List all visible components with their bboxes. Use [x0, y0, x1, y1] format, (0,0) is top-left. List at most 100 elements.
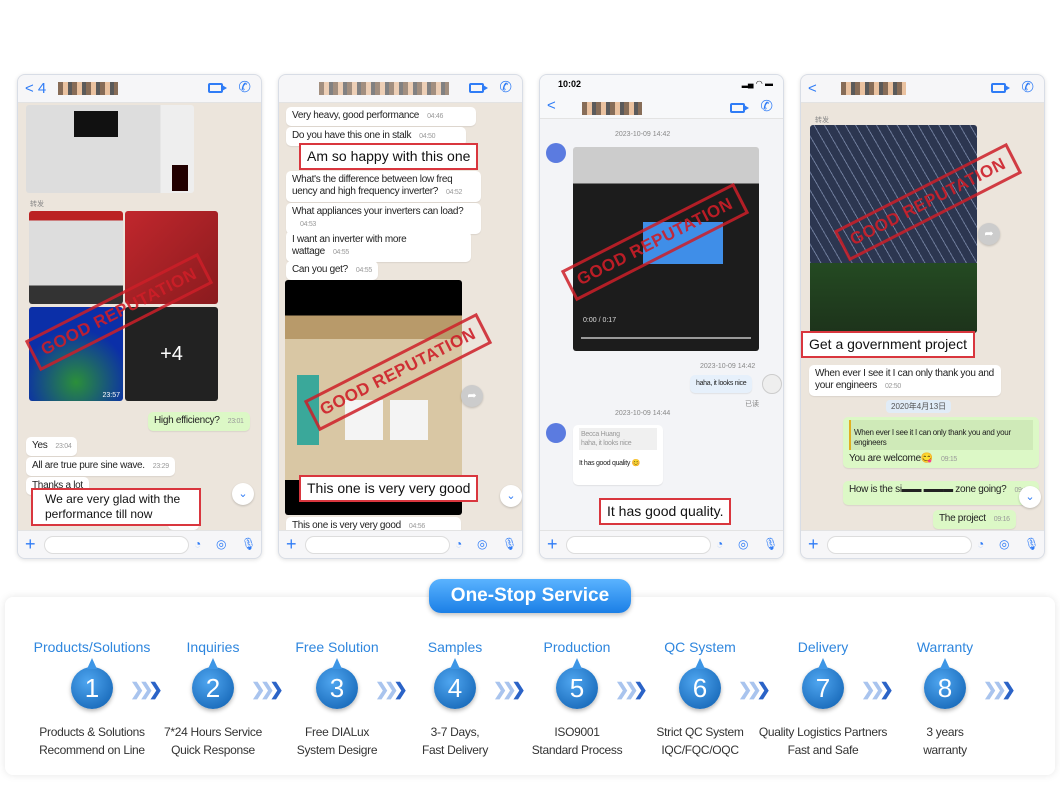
- avatar: [546, 143, 566, 163]
- message-input[interactable]: [827, 536, 972, 554]
- step-description: Strict QC System IQC/FQC/OQC: [630, 723, 770, 759]
- date-divider: 2020年4月13日: [886, 400, 952, 413]
- back-button[interactable]: <: [808, 80, 817, 97]
- video-call-icon[interactable]: [730, 103, 749, 113]
- camera-icon[interactable]: ◎: [216, 537, 226, 551]
- contact-name-blurred: [58, 82, 118, 95]
- message-bubble: haha, it looks nice: [690, 375, 753, 393]
- status-icons: ▂▄ ◠ ▬: [741, 79, 773, 88]
- step-description-line: 7*24 Hours Service: [164, 725, 262, 739]
- message-bubble: What's the difference between low freq u…: [286, 171, 481, 202]
- step-description-line: Fast Delivery: [421, 743, 489, 757]
- step-description-line: Strict QC System: [656, 725, 744, 739]
- message-bubble: Becca Huang haha, it looks nice It has go…: [573, 425, 663, 485]
- highlight-caption: Get a government project: [801, 331, 975, 358]
- message-input-bar: + ◔ ◎ 🎙: [540, 530, 783, 558]
- plus-icon[interactable]: +: [808, 534, 819, 555]
- step-title: Warranty: [916, 639, 974, 655]
- forward-icon[interactable]: ➦: [978, 223, 1000, 245]
- camera-icon[interactable]: ◎: [999, 537, 1009, 551]
- step-description: 3 years warranty: [875, 723, 1015, 759]
- emoji-icon: 😊: [631, 460, 641, 467]
- step-number-badge: 4: [434, 658, 476, 709]
- step-number-badge: 2: [192, 658, 234, 709]
- phone-call-icon[interactable]: ✆: [238, 78, 251, 96]
- more-photos-button[interactable]: +4: [125, 307, 218, 401]
- step-number-badge: 6: [679, 658, 721, 709]
- step-title: Samples: [427, 639, 483, 655]
- video-call-icon[interactable]: [469, 83, 488, 93]
- step-description-line: Quick Response: [171, 743, 255, 757]
- step-description-line: 3-7 Days,: [430, 725, 480, 739]
- highlight-caption: Am so happy with this one: [299, 143, 479, 170]
- step-description-line: IQC/FQC/OQC: [661, 743, 739, 757]
- step-description-line: Standard Process: [531, 743, 623, 757]
- phone-call-icon[interactable]: ✆: [499, 78, 512, 96]
- message-bubble: Can you get? 04:55: [286, 261, 378, 280]
- message-input[interactable]: [566, 536, 711, 554]
- chat-screenshot-4: < ✆ 转发 GOOD REPUTATION ➦ Get a governmen…: [800, 74, 1045, 559]
- step-description: 3-7 Days, Fast Delivery: [385, 723, 525, 759]
- microphone-icon[interactable]: 🎙: [502, 537, 517, 551]
- chat-screenshot-2: ✆ Very heavy, good performance 04:46 Do y…: [278, 74, 523, 559]
- message-bubble: Yes 23:04: [26, 437, 78, 456]
- chat-header: ✆: [279, 75, 522, 103]
- chat-screenshot-3: 10:02 ▂▄ ◠ ▬ < ✆ 2023-10-09 14:42 0:00 /…: [539, 74, 784, 559]
- step-title: Production: [543, 639, 611, 655]
- forward-label: 转发: [815, 117, 829, 124]
- message-input[interactable]: [44, 536, 189, 554]
- sticker-icon[interactable]: ◔: [716, 537, 723, 551]
- message-input[interactable]: [305, 536, 450, 554]
- step-number-badge: 8: [924, 658, 966, 709]
- chat-header: < ✆: [801, 75, 1044, 103]
- video-call-icon[interactable]: [208, 83, 227, 93]
- step-number-badge: 3: [316, 658, 358, 709]
- message-input-bar: + ◔ ◎ 🎙: [18, 530, 261, 558]
- camera-icon[interactable]: ◎: [477, 537, 487, 551]
- plus-icon[interactable]: +: [25, 534, 36, 555]
- highlight-caption: This one is very very good: [299, 475, 479, 502]
- contact-name-blurred: [841, 82, 906, 95]
- step-description-line: ISO9001: [554, 725, 600, 739]
- microphone-icon[interactable]: 🎙: [763, 537, 778, 551]
- step-description-line: Recommend on Line: [39, 743, 145, 757]
- step-description: Products & Solutions Recommend on Line: [22, 723, 162, 759]
- avatar: [762, 374, 782, 394]
- back-button[interactable]: < 4: [25, 80, 46, 97]
- sticker-icon[interactable]: ◔: [194, 537, 201, 551]
- avatar: [546, 423, 566, 443]
- step-number-badge: 7: [802, 658, 844, 709]
- scroll-down-button[interactable]: ⌄: [1019, 486, 1041, 508]
- grid-photo-1[interactable]: [29, 211, 123, 304]
- sticker-icon[interactable]: ◔: [455, 537, 462, 551]
- scroll-down-button[interactable]: ⌄: [500, 485, 522, 507]
- video-call-icon[interactable]: [991, 83, 1010, 93]
- microphone-icon[interactable]: 🎙: [241, 537, 256, 551]
- chevron-arrows-icon: ❯❯❯: [738, 680, 771, 699]
- scroll-down-button[interactable]: ⌄: [232, 483, 254, 505]
- video-progress-bar[interactable]: [581, 337, 751, 339]
- chevron-arrows-icon: ❯❯❯: [130, 680, 163, 699]
- message-bubble: What appliances your inverters can load?…: [286, 203, 481, 234]
- chat-screenshot-1: < 4 ✆ 转发 23:57 +4 GOOD REPUTATION High e…: [17, 74, 262, 559]
- phone-call-icon[interactable]: ✆: [1021, 78, 1034, 96]
- microphone-icon[interactable]: 🎙: [1024, 537, 1039, 551]
- message-bubble: When ever I see it I can only thank you …: [809, 365, 1001, 396]
- step-title: Products/Solutions: [33, 639, 151, 655]
- forward-icon[interactable]: ➦: [461, 385, 483, 407]
- chevron-arrows-icon: ❯❯❯: [983, 680, 1016, 699]
- section-title: One-Stop Service: [429, 579, 631, 613]
- inverter-photo[interactable]: [26, 105, 194, 193]
- phone-call-icon[interactable]: ✆: [760, 97, 773, 115]
- camera-icon[interactable]: ◎: [738, 537, 748, 551]
- message-bubble: I want an inverter with more wattage 04:5…: [286, 231, 471, 262]
- plus-icon[interactable]: +: [547, 534, 558, 555]
- plus-icon[interactable]: +: [286, 534, 297, 555]
- chevron-arrows-icon: ❯❯❯: [861, 680, 894, 699]
- step-description: Quality Logistics Partners Fast and Safe: [753, 723, 893, 759]
- back-button[interactable]: <: [547, 97, 556, 114]
- message-bubble: When ever I see it I can only thank you …: [843, 417, 1039, 468]
- step-title: QC System: [664, 639, 736, 655]
- step-description: ISO9001 Standard Process: [507, 723, 647, 759]
- sticker-icon[interactable]: ◔: [977, 537, 984, 551]
